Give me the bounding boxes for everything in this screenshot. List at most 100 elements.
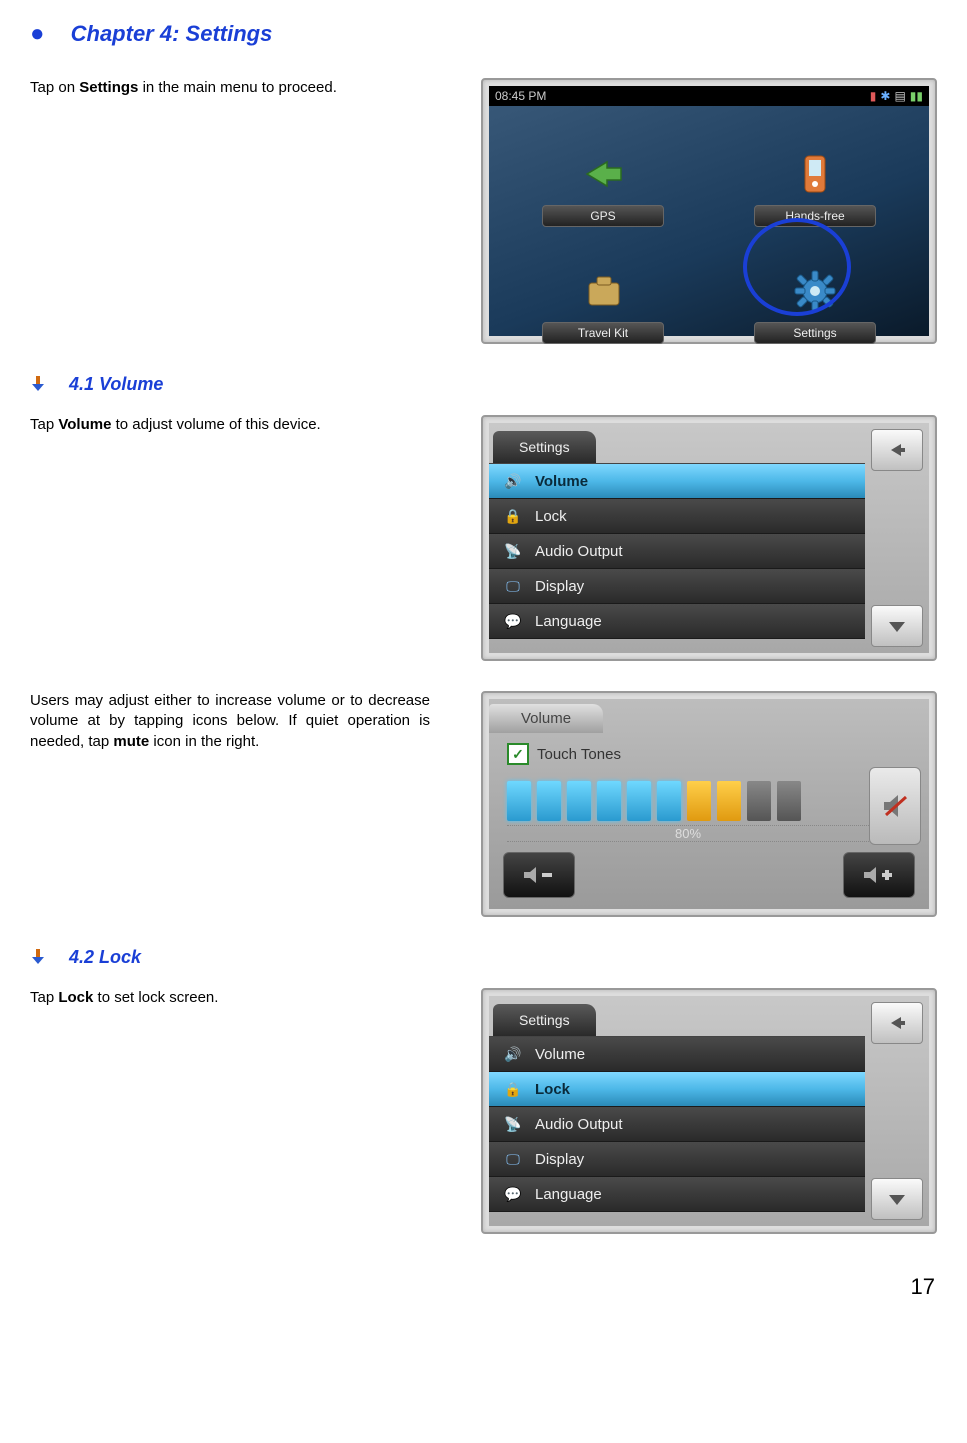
main-cell-settings[interactable]: Settings (711, 231, 919, 344)
speaker-icon: 🔊 (503, 471, 523, 491)
li-display-label: Display (535, 578, 584, 595)
bullet-icon: ● (30, 20, 45, 47)
sec42-before: Tap (30, 989, 58, 1006)
arrow-down-icon (30, 947, 51, 967)
mute-button[interactable] (869, 767, 921, 845)
vol-bar (597, 781, 621, 821)
language-icon: 💬 (503, 611, 523, 631)
section-4-1-text: 4.1 Volume (69, 374, 163, 394)
back-button[interactable] (871, 429, 923, 471)
li-lock-label: Lock (535, 1081, 570, 1098)
main-cell-gps[interactable]: GPS (499, 114, 707, 227)
list-item-display[interactable]: 🖵 Display (489, 1142, 865, 1177)
list-item-lock[interactable]: 🔒 Lock (489, 1072, 865, 1107)
section-4-1-title: 4.1 Volume (30, 374, 937, 395)
intro-after: in the main menu to proceed. (138, 79, 336, 96)
settings-list: 🔊 Volume 🔒 Lock 📡 Audio Output 🖵 Display (489, 1036, 865, 1212)
vol-bar (537, 781, 561, 821)
gps-icon (573, 146, 633, 201)
li-display-label: Display (535, 1151, 584, 1168)
settings-list1-screenshot: Settings 🔊 Volume 🔒 Lock (481, 415, 937, 661)
list-item-volume[interactable]: 🔊 Volume (489, 1037, 865, 1072)
chapter-title-text: Chapter 4: Settings (71, 21, 273, 46)
vol-bar (627, 781, 651, 821)
sd-icon: ▤ (894, 89, 905, 103)
li-lock-label: Lock (535, 508, 567, 525)
travelkit-label: Travel Kit (542, 322, 664, 344)
settings-list2-screenshot: Settings 🔊 Volume 🔒 Lock (481, 988, 937, 1234)
li-language-label: Language (535, 613, 602, 630)
scroll-down-button[interactable] (871, 1178, 923, 1220)
main-cell-travelkit[interactable]: Travel Kit (499, 231, 707, 344)
touch-tones-row[interactable]: ✓ Touch Tones (507, 743, 929, 765)
audio-output-icon: 📡 (503, 1114, 523, 1134)
list-item-volume[interactable]: 🔊 Volume (489, 464, 865, 499)
speaker-icon: 🔊 (503, 1044, 523, 1064)
back-button[interactable] (871, 1002, 923, 1044)
sec42-after: to set lock screen. (93, 989, 218, 1006)
sec41-after: to adjust volume of this device. (111, 416, 320, 433)
chapter-title: ● Chapter 4: Settings (30, 20, 937, 48)
vol-bar (567, 781, 591, 821)
vp-t2: icon in the right. (149, 733, 259, 750)
list-item-language[interactable]: 💬 Language (489, 604, 865, 639)
gps-label: GPS (542, 205, 664, 227)
sec42-bold: Lock (58, 989, 93, 1006)
li-volume-label: Volume (535, 473, 588, 490)
vol-bar (717, 781, 741, 821)
signal-icon: ▮ (870, 89, 877, 103)
touch-tones-label: Touch Tones (537, 746, 621, 763)
volume-percent: 80% (507, 825, 869, 842)
li-language-label: Language (535, 1186, 602, 1203)
settings-gear-icon (785, 263, 845, 318)
audio-output-icon: 📡 (503, 541, 523, 561)
vol-bar (747, 781, 771, 821)
vol-bar (687, 781, 711, 821)
main-cell-handsfree[interactable]: Hands-free (711, 114, 919, 227)
intro-text: Tap on Settings in the main menu to proc… (30, 78, 430, 98)
li-volume-label: Volume (535, 1046, 585, 1063)
vp-bold: mute (113, 733, 149, 750)
settings-label: Settings (754, 322, 876, 344)
list-item-language[interactable]: 💬 Language (489, 1177, 865, 1212)
list-item-audio-output[interactable]: 📡 Audio Output (489, 534, 865, 569)
settings-tab[interactable]: Settings (493, 431, 596, 463)
status-icons: ▮ ✱ ▤ ▮▮ (870, 89, 923, 103)
sec41-before: Tap (30, 416, 58, 433)
section-4-2-text: 4.2 Lock (69, 947, 141, 967)
display-icon: 🖵 (503, 1149, 523, 1169)
vol-bar (657, 781, 681, 821)
volume-down-button[interactable] (503, 852, 575, 898)
volume-up-button[interactable] (843, 852, 915, 898)
checkbox-icon[interactable]: ✓ (507, 743, 529, 765)
handsfree-icon (785, 146, 845, 201)
status-bar: 08:45 PM ▮ ✱ ▤ ▮▮ (489, 86, 929, 106)
language-icon: 💬 (503, 1184, 523, 1204)
intro-before: Tap on (30, 79, 79, 96)
battery-icon: ▮▮ (910, 89, 923, 103)
volume-tab: Volume (489, 704, 603, 733)
list-item-audio-output[interactable]: 📡 Audio Output (489, 1107, 865, 1142)
section-4-2-title: 4.2 Lock (30, 947, 937, 968)
volume-para: Users may adjust either to increase volu… (30, 691, 430, 752)
settings-list: 🔊 Volume 🔒 Lock 📡 Audio Output 🖵 Display (489, 463, 865, 639)
volume-screenshot: Volume ✓ Touch Tones (481, 691, 937, 917)
sec42-text: Tap Lock to set lock screen. (30, 988, 430, 1008)
li-audio-label: Audio Output (535, 543, 623, 560)
intro-bold: Settings (79, 79, 138, 96)
arrow-down-icon (30, 374, 51, 394)
list-item-display[interactable]: 🖵 Display (489, 569, 865, 604)
list-item-lock[interactable]: 🔒 Lock (489, 499, 865, 534)
travelkit-icon (573, 263, 633, 318)
display-icon: 🖵 (503, 576, 523, 596)
lock-icon: 🔒 (503, 1079, 523, 1099)
li-audio-label: Audio Output (535, 1116, 623, 1133)
scroll-down-button[interactable] (871, 605, 923, 647)
vol-bar (507, 781, 531, 821)
clock-text: 08:45 PM (495, 89, 546, 103)
handsfree-label: Hands-free (754, 205, 876, 227)
lock-icon: 🔒 (503, 506, 523, 526)
volume-bars[interactable] (507, 781, 929, 821)
settings-tab[interactable]: Settings (493, 1004, 596, 1036)
bluetooth-icon: ✱ (880, 89, 890, 103)
